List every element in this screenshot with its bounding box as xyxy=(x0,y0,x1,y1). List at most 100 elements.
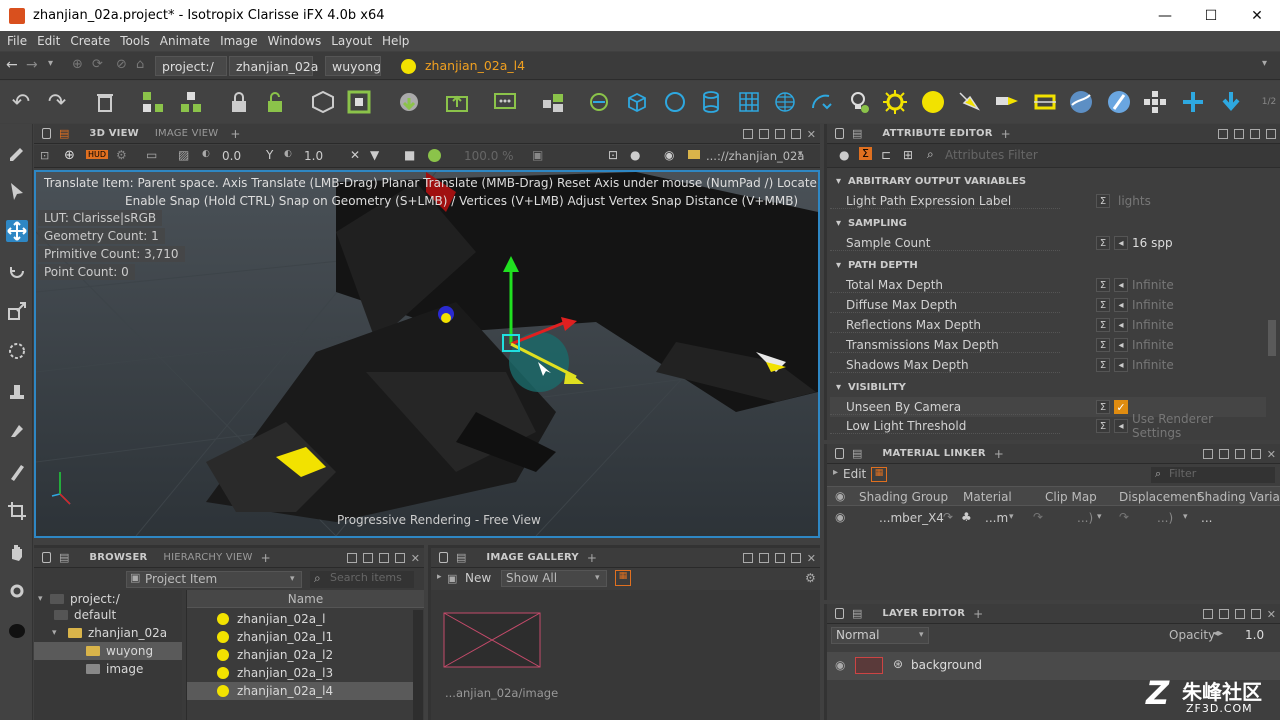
image-thumbnail[interactable] xyxy=(443,612,541,668)
import-geometry-icon[interactable] xyxy=(396,89,422,115)
sigma-icon[interactable]: Σ xyxy=(1096,338,1110,352)
col-clip-map[interactable]: Clip Map xyxy=(1045,490,1097,504)
slider-icon[interactable]: ◂ xyxy=(1114,338,1128,352)
list-scrollbar[interactable] xyxy=(413,610,423,720)
close-panel-icon[interactable]: ✕ xyxy=(411,552,420,565)
layer-visibility-eye-icon[interactable]: ◉ xyxy=(835,658,845,672)
split-horizontal-icon[interactable] xyxy=(1218,609,1229,619)
sigma-icon[interactable]: Σ xyxy=(1096,419,1110,433)
maximize-panel-icon[interactable] xyxy=(1266,129,1276,139)
up-level-icon[interactable]: ⊕ xyxy=(72,57,83,72)
grid-primitive-icon[interactable] xyxy=(736,89,762,115)
attr-value[interactable]: lights xyxy=(1118,194,1151,208)
menu-layout[interactable]: Layout xyxy=(326,34,377,48)
scatter-icon[interactable] xyxy=(586,89,612,115)
path-curve-icon[interactable] xyxy=(808,89,834,115)
maximize-panel-icon[interactable] xyxy=(1250,449,1261,459)
download-icon[interactable] xyxy=(1218,89,1244,115)
gallery-settings-icon[interactable]: ⚙ xyxy=(805,571,816,585)
background-icon[interactable]: ⊡ xyxy=(608,148,618,162)
tree-item[interactable]: default xyxy=(54,606,182,624)
add-tab-icon[interactable]: + xyxy=(587,551,597,565)
panel-menu-icon[interactable]: ▤ xyxy=(59,127,69,140)
attr-value[interactable]: Infinite xyxy=(1132,278,1174,292)
gamma-field[interactable]: 1.0 xyxy=(304,149,323,163)
split-view-icon[interactable] xyxy=(1218,129,1228,139)
layout-icon[interactable] xyxy=(1142,89,1168,115)
stop-icon[interactable]: ⊘ xyxy=(116,57,127,72)
sigma-icon[interactable]: Σ xyxy=(1096,298,1110,312)
layer-name[interactable]: background xyxy=(911,658,982,672)
list-item[interactable]: zhanjian_02a_l xyxy=(217,610,325,628)
view-path-field[interactable]: ...://zhanjian_02a xyxy=(706,149,804,163)
sigma-icon[interactable]: Σ xyxy=(1096,236,1110,250)
panel-menu-icon[interactable]: ▤ xyxy=(59,551,69,564)
scale-tool-icon[interactable] xyxy=(6,300,28,322)
sigma-icon[interactable]: Σ xyxy=(1096,278,1110,292)
close-panel-icon[interactable]: ✕ xyxy=(807,552,816,565)
split-horizontal-icon[interactable] xyxy=(1218,449,1229,459)
col-displacement[interactable]: Displacement xyxy=(1119,490,1202,504)
select-tool-icon[interactable] xyxy=(6,180,28,202)
view-options-icon[interactable]: ⊡ xyxy=(40,149,49,162)
split-vertical-icon[interactable] xyxy=(774,129,785,139)
toolbar-scroll-icon[interactable]: 1/2 xyxy=(1262,89,1276,115)
panel-lock-icon[interactable] xyxy=(42,552,51,563)
menu-create[interactable]: Create xyxy=(65,34,115,48)
list-item-selected[interactable]: zhanjian_02a_l4 xyxy=(187,682,413,700)
link-mode-icon[interactable]: ▦ xyxy=(871,467,887,482)
split-horizontal-icon[interactable] xyxy=(1234,129,1244,139)
panel-menu-icon[interactable]: ▤ xyxy=(852,447,862,460)
move-tool-icon[interactable] xyxy=(6,220,28,242)
show-filter-select[interactable]: Show All xyxy=(501,570,607,587)
undo-icon[interactable]: ↶ xyxy=(8,89,34,115)
clip-map-cell[interactable]: ...) xyxy=(1077,511,1093,525)
zoom-field[interactable]: 100.0 % xyxy=(464,149,514,163)
material-filter-input[interactable]: Filter xyxy=(1151,467,1275,483)
gamma-icon[interactable]: Y xyxy=(266,148,273,162)
material-dropdown-icon[interactable]: ▾ xyxy=(1009,512,1014,522)
item-type-select[interactable]: Project Item xyxy=(126,571,302,588)
view-path-dropdown-icon[interactable]: ▾ xyxy=(798,149,803,159)
section-sampling[interactable]: ▾ SAMPLING xyxy=(830,214,1266,232)
name-column-header[interactable]: Name xyxy=(187,590,424,608)
attributes-filter-input[interactable]: Attributes Filter xyxy=(945,148,1038,162)
attr-value[interactable]: 16 spp xyxy=(1132,236,1173,250)
add-tab-icon[interactable]: + xyxy=(973,607,983,621)
disp-dropdown-icon[interactable]: ▾ xyxy=(1183,512,1188,522)
split-horizontal-icon[interactable] xyxy=(758,553,769,563)
sphere-primitive-icon[interactable] xyxy=(662,89,688,115)
instance-icon[interactable] xyxy=(540,89,566,115)
maximize-panel-icon[interactable] xyxy=(790,129,801,139)
displacement-cell[interactable]: ...) xyxy=(1157,511,1173,525)
col-shading-variable[interactable]: Shading Variable xyxy=(1197,490,1280,504)
image-mode-icon[interactable]: ▨ xyxy=(178,148,189,162)
3d-viewport[interactable]: Translate Item: Parent space. Axis Trans… xyxy=(34,170,820,538)
blend-mode-select[interactable]: Normal xyxy=(831,627,929,644)
tab-image-view[interactable]: IMAGE VIEW xyxy=(147,128,226,139)
edit-menu[interactable]: Edit xyxy=(843,467,866,481)
panel-lock-icon[interactable] xyxy=(835,448,844,459)
navigate-icon[interactable]: ⊕ xyxy=(64,148,75,163)
panel-lock-icon[interactable] xyxy=(835,128,844,139)
attr-value[interactable]: Infinite xyxy=(1132,318,1174,332)
pick-icon[interactable]: ↷ xyxy=(943,510,953,524)
material-cell[interactable]: ...m xyxy=(985,511,1008,525)
eye-icon[interactable]: ◉ xyxy=(664,148,674,162)
attributes-scrollbar[interactable] xyxy=(1268,320,1276,356)
snap-icon[interactable]: ✕ xyxy=(350,148,360,162)
tab-image-gallery[interactable]: IMAGE GALLERY xyxy=(478,552,586,563)
split-horizontal-icon[interactable] xyxy=(758,129,769,139)
panel-lock-icon[interactable] xyxy=(439,552,448,563)
context-icon[interactable] xyxy=(310,89,336,115)
menu-animate[interactable]: Animate xyxy=(155,34,215,48)
attr-value[interactable]: Infinite xyxy=(1132,338,1174,352)
directional-light-icon[interactable] xyxy=(994,89,1020,115)
slider-icon[interactable]: ◂ xyxy=(1114,278,1128,292)
opacity-field[interactable]: 1.0 xyxy=(1245,628,1264,642)
split-vertical-icon[interactable] xyxy=(378,553,389,563)
add-node-icon[interactable] xyxy=(1180,89,1206,115)
universal-tool-icon[interactable] xyxy=(6,340,28,362)
tab-attribute-editor[interactable]: ATTRIBUTE EDITOR xyxy=(874,128,1000,139)
close-panel-icon[interactable]: ✕ xyxy=(807,128,816,141)
